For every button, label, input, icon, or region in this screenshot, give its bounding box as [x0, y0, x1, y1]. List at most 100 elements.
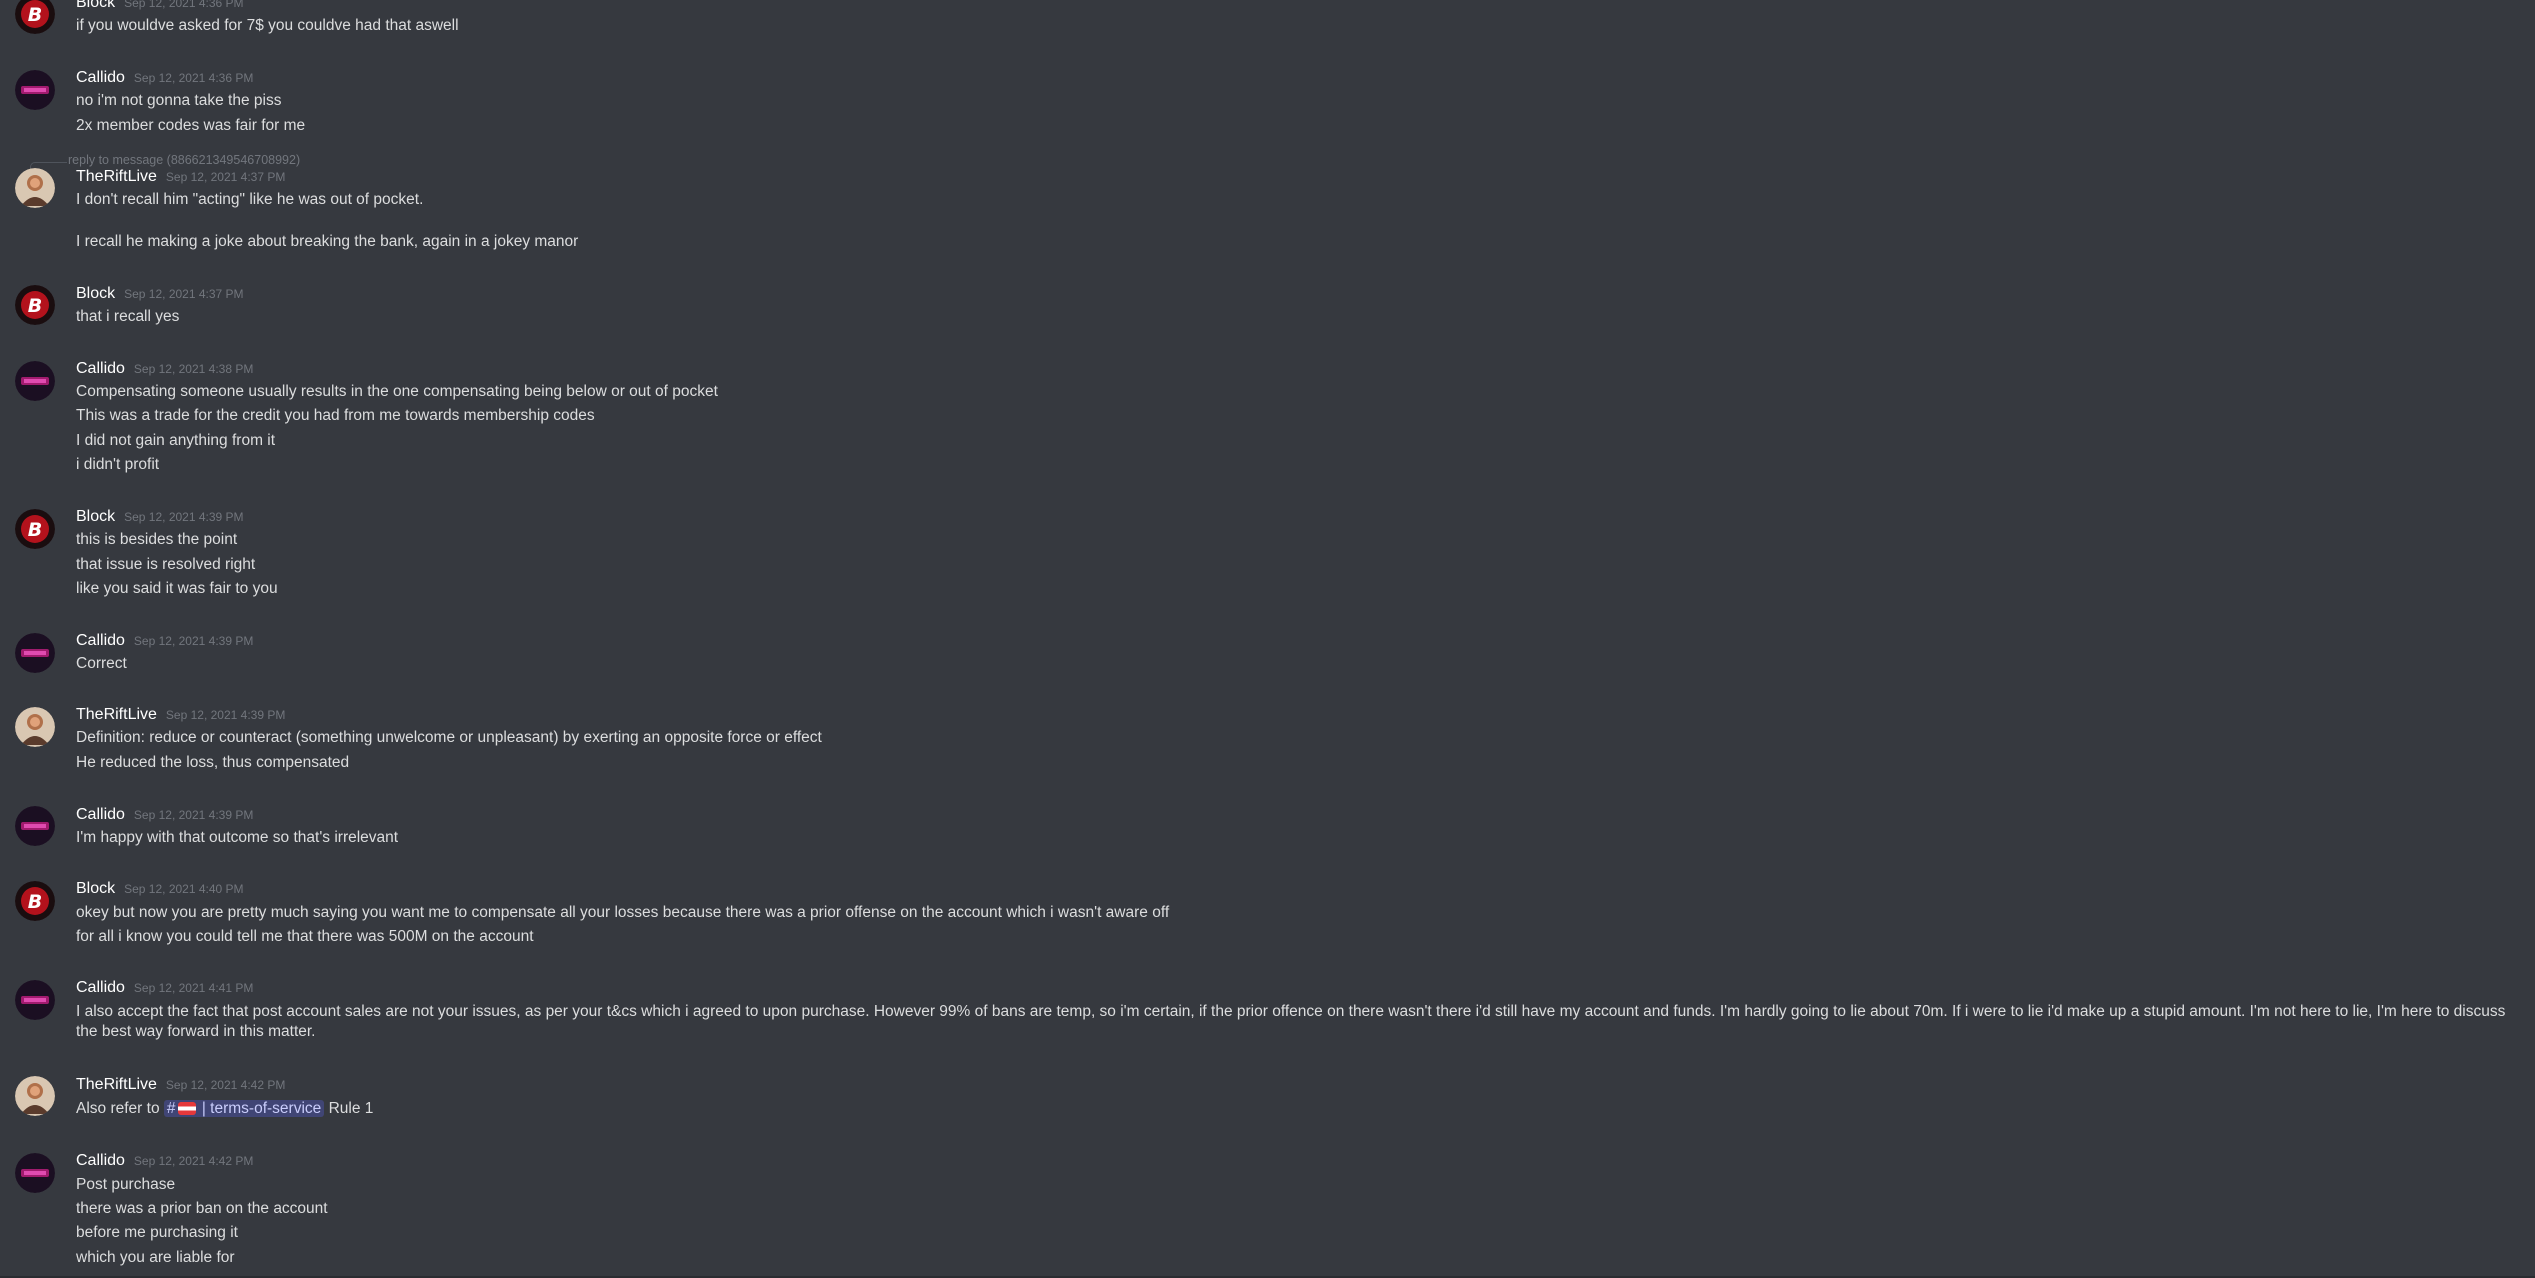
- message-header: Callido Sep 12, 2021 4:36 PM: [76, 69, 253, 89]
- message-text-suffix: Rule 1: [328, 1100, 374, 1117]
- avatar[interactable]: [15, 633, 55, 673]
- message-text: for all i know you could tell me that th…: [76, 928, 534, 945]
- svg-text:B: B: [28, 891, 42, 913]
- block-avatar-icon: B: [15, 285, 55, 325]
- message-header: Callido Sep 12, 2021 4:41 PM: [76, 979, 253, 999]
- message-text: Compensating someone usually results in …: [76, 383, 718, 400]
- message-text: that issue is resolved right: [76, 556, 256, 573]
- message-text: there was a prior ban on the account: [76, 1200, 328, 1217]
- channel-hash: #: [166, 1100, 176, 1117]
- message-text: I did not gain anything from it: [76, 432, 276, 449]
- message-text: Correct: [76, 655, 127, 672]
- author-name[interactable]: Block: [76, 0, 115, 11]
- author-name[interactable]: Callido: [76, 1152, 125, 1169]
- message-text: I'm happy with that outcome so that's ir…: [76, 829, 399, 846]
- timestamp: Sep 12, 2021 4:39 PM: [133, 808, 254, 822]
- message-text: This was a trade for the credit you had …: [76, 407, 595, 424]
- avatar[interactable]: [15, 168, 55, 208]
- author-name[interactable]: Callido: [76, 69, 125, 86]
- avatar[interactable]: [15, 806, 55, 846]
- svg-text:B: B: [28, 519, 42, 541]
- message-text: no i'm not gonna take the piss: [76, 92, 282, 109]
- timestamp: Sep 12, 2021 4:38 PM: [133, 362, 254, 376]
- message-header: TheRiftLive Sep 12, 2021 4:42 PM: [76, 1076, 285, 1096]
- author-name[interactable]: Callido: [76, 360, 125, 377]
- timestamp: Sep 12, 2021 4:36 PM: [124, 0, 244, 10]
- theriftlive-avatar-icon: [15, 168, 55, 208]
- message-text: Post purchase: [76, 1176, 176, 1193]
- callido-avatar-icon: [15, 361, 55, 401]
- author-name[interactable]: TheRiftLive: [76, 168, 157, 185]
- author-name[interactable]: Callido: [76, 806, 125, 823]
- avatar[interactable]: B: [15, 509, 55, 549]
- message-text: I don't recall him "acting" like he was …: [76, 191, 424, 208]
- message-text: Also refer to # | terms-of-service Rule …: [76, 1099, 373, 1119]
- timestamp: Sep 12, 2021 4:39 PM: [165, 708, 286, 722]
- timestamp: Sep 12, 2021 4:40 PM: [124, 882, 244, 896]
- svg-text:B: B: [28, 295, 42, 317]
- message-text: before me purchasing it: [76, 1224, 238, 1241]
- timestamp: Sep 12, 2021 4:39 PM: [124, 510, 244, 524]
- message-text: if you wouldve asked for 7$ you couldve …: [76, 17, 459, 34]
- svg-text:B: B: [28, 4, 42, 26]
- channel-separator: |: [201, 1100, 206, 1117]
- message-text: Definition: reduce or counteract (someth…: [76, 729, 822, 746]
- timestamp: Sep 12, 2021 4:37 PM: [165, 170, 286, 184]
- timestamp: Sep 12, 2021 4:36 PM: [133, 71, 254, 85]
- callido-avatar-icon: [15, 980, 55, 1020]
- message-text: I recall he making a joke about breaking…: [76, 233, 579, 250]
- message-header: Block Sep 12, 2021 4:37 PM: [76, 285, 244, 305]
- message-header: Block Sep 12, 2021 4:36 PM: [76, 0, 244, 14]
- author-name[interactable]: Block: [76, 285, 115, 302]
- timestamp: Sep 12, 2021 4:37 PM: [124, 287, 244, 301]
- message-text: I also accept the fact that post account…: [76, 1003, 2506, 1040]
- timestamp: Sep 12, 2021 4:39 PM: [133, 634, 254, 648]
- block-avatar-icon: B: [15, 881, 55, 921]
- avatar[interactable]: [15, 1076, 55, 1116]
- message-text: which you are liable for: [76, 1249, 235, 1266]
- timestamp: Sep 12, 2021 4:42 PM: [165, 1078, 286, 1092]
- avatar[interactable]: B: [15, 285, 55, 325]
- message-text-prefix: Also refer to: [76, 1100, 160, 1117]
- avatar[interactable]: [15, 707, 55, 747]
- message-text: okey but now you are pretty much saying …: [76, 904, 1170, 921]
- author-name[interactable]: Callido: [76, 979, 125, 996]
- author-name[interactable]: Callido: [76, 632, 125, 649]
- avatar[interactable]: [15, 361, 55, 401]
- message-text: this is besides the point: [76, 531, 238, 548]
- avatar[interactable]: B: [15, 0, 55, 34]
- author-name[interactable]: TheRiftLive: [76, 1076, 157, 1093]
- message-header: TheRiftLive Sep 12, 2021 4:39 PM: [76, 706, 285, 726]
- channel-name: terms-of-service: [210, 1100, 322, 1117]
- callido-avatar-icon: [15, 1153, 55, 1193]
- message-header: Callido Sep 12, 2021 4:39 PM: [76, 806, 253, 826]
- message-text: that i recall yes: [76, 308, 180, 325]
- avatar[interactable]: [15, 70, 55, 110]
- author-name[interactable]: Block: [76, 880, 115, 897]
- block-avatar-icon: B: [15, 509, 55, 549]
- message-header: TheRiftLive Sep 12, 2021 4:37 PM: [76, 168, 285, 188]
- callido-avatar-icon: [15, 70, 55, 110]
- block-avatar-icon: B: [15, 0, 55, 34]
- message-list[interactable]: B Block Sep 12, 2021 4:36 PM if you would…: [0, 0, 2535, 1278]
- message-header: Block Sep 12, 2021 4:40 PM: [76, 880, 244, 900]
- avatar[interactable]: [15, 980, 55, 1020]
- channel-mention[interactable]: # | terms-of-service: [163, 1100, 325, 1117]
- avatar[interactable]: B: [15, 881, 55, 921]
- theriftlive-avatar-icon: [15, 707, 55, 747]
- theriftlive-avatar-icon: [15, 1076, 55, 1116]
- avatar[interactable]: [15, 1153, 55, 1193]
- callido-avatar-icon: [15, 633, 55, 673]
- author-name[interactable]: TheRiftLive: [76, 706, 157, 723]
- message-text: i didn't profit: [76, 456, 160, 473]
- message-header: Callido Sep 12, 2021 4:42 PM: [76, 1152, 253, 1172]
- message-header: Callido Sep 12, 2021 4:38 PM: [76, 360, 253, 380]
- timestamp: Sep 12, 2021 4:42 PM: [133, 1154, 254, 1168]
- message-header: Block Sep 12, 2021 4:39 PM: [76, 508, 244, 528]
- reply-reference[interactable]: reply to message (886621349546708992): [68, 153, 300, 167]
- message-text: He reduced the loss, thus compensated: [76, 754, 350, 771]
- timestamp: Sep 12, 2021 4:41 PM: [133, 981, 254, 995]
- author-name[interactable]: Block: [76, 508, 115, 525]
- message-text: 2x member codes was fair for me: [76, 117, 306, 134]
- callido-avatar-icon: [15, 806, 55, 846]
